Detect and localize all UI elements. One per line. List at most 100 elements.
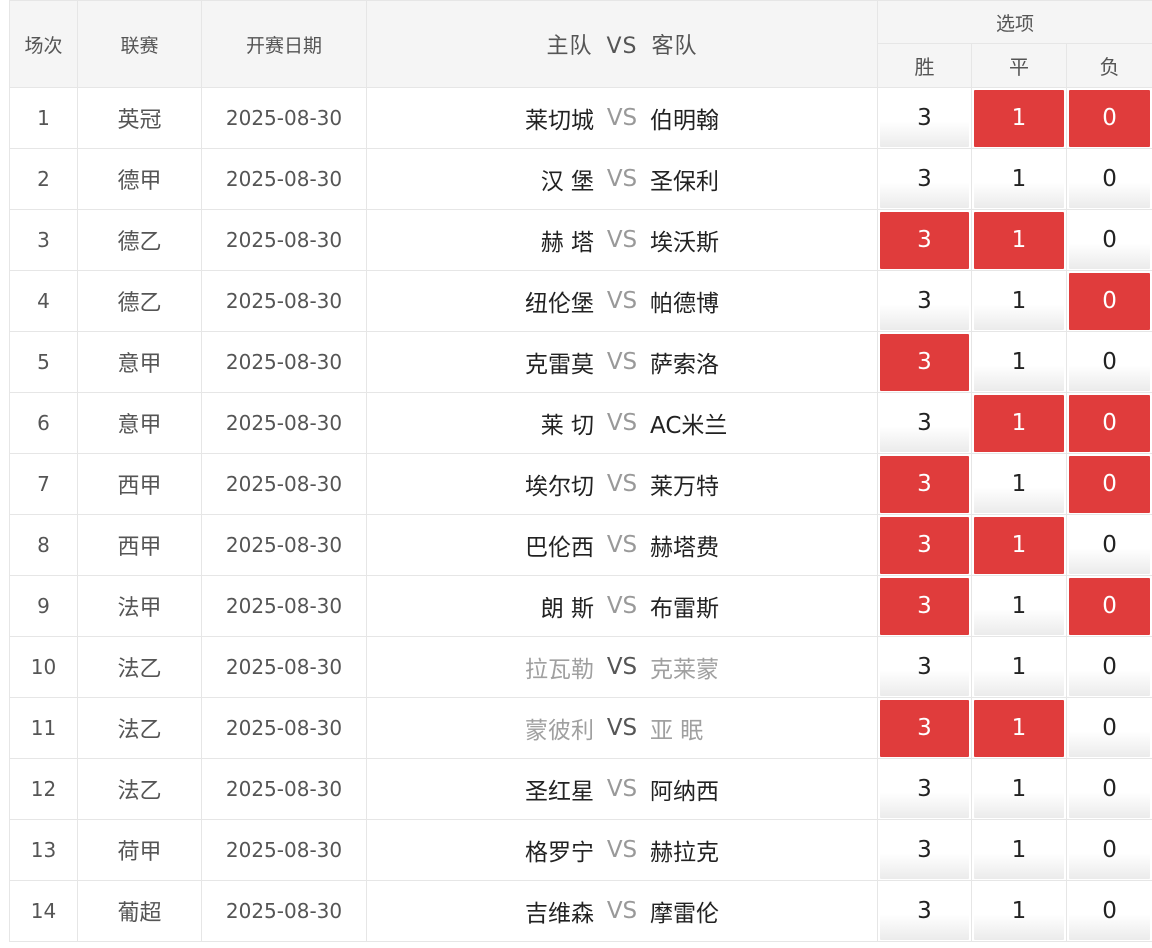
option-draw-button[interactable]: 1: [974, 455, 1064, 513]
league-name: 法乙: [77, 697, 202, 759]
option-win-cell[interactable]: 3: [877, 148, 972, 210]
option-draw-button[interactable]: 1: [974, 882, 1064, 940]
option-win-button[interactable]: 3: [880, 272, 969, 330]
option-lose-button[interactable]: 0: [1069, 760, 1151, 818]
match-seq: 8: [9, 514, 78, 576]
option-lose-cell[interactable]: 0: [1065, 758, 1152, 820]
option-win-cell[interactable]: 3: [877, 575, 972, 637]
match-seq: 4: [9, 270, 78, 332]
option-win-cell[interactable]: 3: [877, 697, 972, 759]
option-draw-button[interactable]: 1: [974, 516, 1064, 574]
option-lose-cell[interactable]: 0: [1065, 514, 1152, 576]
option-draw-cell[interactable]: 1: [971, 392, 1067, 454]
option-lose-button[interactable]: 0: [1069, 455, 1151, 513]
option-draw-button[interactable]: 1: [974, 89, 1064, 147]
option-lose-cell[interactable]: 0: [1065, 209, 1152, 271]
option-win-button[interactable]: 3: [880, 699, 969, 757]
league-name: 德乙: [77, 209, 202, 271]
option-draw-cell[interactable]: 1: [971, 331, 1067, 393]
option-lose-button[interactable]: 0: [1069, 333, 1151, 391]
option-lose-button[interactable]: 0: [1069, 211, 1151, 269]
option-lose-button[interactable]: 0: [1069, 821, 1151, 879]
option-draw-cell[interactable]: 1: [971, 880, 1067, 942]
option-draw-cell[interactable]: 1: [971, 270, 1067, 332]
table-row: 7 西甲 2025-08-30 埃尔切 VS 莱万特 3 1 0: [9, 453, 1152, 515]
option-win-cell[interactable]: 3: [877, 331, 972, 393]
option-draw-cell[interactable]: 1: [971, 148, 1067, 210]
option-draw-button[interactable]: 1: [974, 394, 1064, 452]
option-draw-cell[interactable]: 1: [971, 697, 1067, 759]
option-win-button[interactable]: 3: [880, 577, 969, 635]
option-draw-button[interactable]: 1: [974, 760, 1064, 818]
option-lose-button[interactable]: 0: [1069, 577, 1151, 635]
option-lose-cell[interactable]: 0: [1065, 270, 1152, 332]
league-name: 意甲: [77, 392, 202, 454]
option-win-cell[interactable]: 3: [877, 209, 972, 271]
option-draw-button[interactable]: 1: [974, 638, 1064, 696]
option-draw-button[interactable]: 1: [974, 699, 1064, 757]
option-draw-cell[interactable]: 1: [971, 453, 1067, 515]
option-win-cell[interactable]: 3: [877, 880, 972, 942]
option-lose-cell[interactable]: 0: [1065, 453, 1152, 515]
option-lose-button[interactable]: 0: [1069, 882, 1151, 940]
option-win-button[interactable]: 3: [880, 821, 969, 879]
home-team: 格罗宁: [525, 840, 594, 866]
option-lose-button[interactable]: 0: [1069, 272, 1151, 330]
league-name: 意甲: [77, 331, 202, 393]
option-win-cell[interactable]: 3: [877, 87, 972, 149]
vs-label: VS: [606, 410, 638, 436]
option-draw-cell[interactable]: 1: [971, 758, 1067, 820]
header-seq: 场次: [9, 0, 78, 88]
option-lose-cell[interactable]: 0: [1065, 819, 1152, 881]
option-win-button[interactable]: 3: [880, 516, 969, 574]
option-lose-button[interactable]: 0: [1069, 638, 1151, 696]
option-win-cell[interactable]: 3: [877, 270, 972, 332]
option-win-button[interactable]: 3: [880, 394, 969, 452]
match-teams: 巴伦西 VS 赫塔费: [366, 514, 878, 576]
option-lose-button[interactable]: 0: [1069, 89, 1151, 147]
option-win-button[interactable]: 3: [880, 882, 969, 940]
option-win-button[interactable]: 3: [880, 760, 969, 818]
option-win-cell[interactable]: 3: [877, 758, 972, 820]
option-draw-cell[interactable]: 1: [971, 819, 1067, 881]
option-lose-cell[interactable]: 0: [1065, 575, 1152, 637]
option-win-cell[interactable]: 3: [877, 514, 972, 576]
option-win-button[interactable]: 3: [880, 333, 969, 391]
option-win-button[interactable]: 3: [880, 211, 969, 269]
option-draw-cell[interactable]: 1: [971, 209, 1067, 271]
match-date: 2025-08-30: [201, 87, 367, 149]
option-lose-cell[interactable]: 0: [1065, 697, 1152, 759]
option-draw-cell[interactable]: 1: [971, 514, 1067, 576]
option-draw-button[interactable]: 1: [974, 577, 1064, 635]
option-draw-button[interactable]: 1: [974, 333, 1064, 391]
match-teams: 莱切城 VS 伯明翰: [366, 87, 878, 149]
option-lose-button[interactable]: 0: [1069, 516, 1151, 574]
option-lose-cell[interactable]: 0: [1065, 331, 1152, 393]
option-win-button[interactable]: 3: [880, 89, 969, 147]
option-lose-button[interactable]: 0: [1069, 699, 1151, 757]
option-lose-button[interactable]: 0: [1069, 394, 1151, 452]
option-draw-cell[interactable]: 1: [971, 575, 1067, 637]
option-draw-cell[interactable]: 1: [971, 87, 1067, 149]
option-win-cell[interactable]: 3: [877, 636, 972, 698]
option-draw-button[interactable]: 1: [974, 821, 1064, 879]
option-win-cell[interactable]: 3: [877, 453, 972, 515]
option-draw-cell[interactable]: 1: [971, 636, 1067, 698]
option-lose-cell[interactable]: 0: [1065, 392, 1152, 454]
option-lose-cell[interactable]: 0: [1065, 87, 1152, 149]
header-home: 主队: [546, 34, 593, 59]
option-draw-button[interactable]: 1: [974, 211, 1064, 269]
option-lose-cell[interactable]: 0: [1065, 148, 1152, 210]
option-lose-cell[interactable]: 0: [1065, 880, 1152, 942]
option-win-button[interactable]: 3: [880, 150, 969, 208]
option-draw-button[interactable]: 1: [974, 150, 1064, 208]
option-win-button[interactable]: 3: [880, 455, 969, 513]
option-lose-button[interactable]: 0: [1069, 150, 1151, 208]
option-win-cell[interactable]: 3: [877, 392, 972, 454]
option-win-cell[interactable]: 3: [877, 819, 972, 881]
match-seq: 13: [9, 819, 78, 881]
match-seq: 5: [9, 331, 78, 393]
option-lose-cell[interactable]: 0: [1065, 636, 1152, 698]
option-win-button[interactable]: 3: [880, 638, 969, 696]
option-draw-button[interactable]: 1: [974, 272, 1064, 330]
